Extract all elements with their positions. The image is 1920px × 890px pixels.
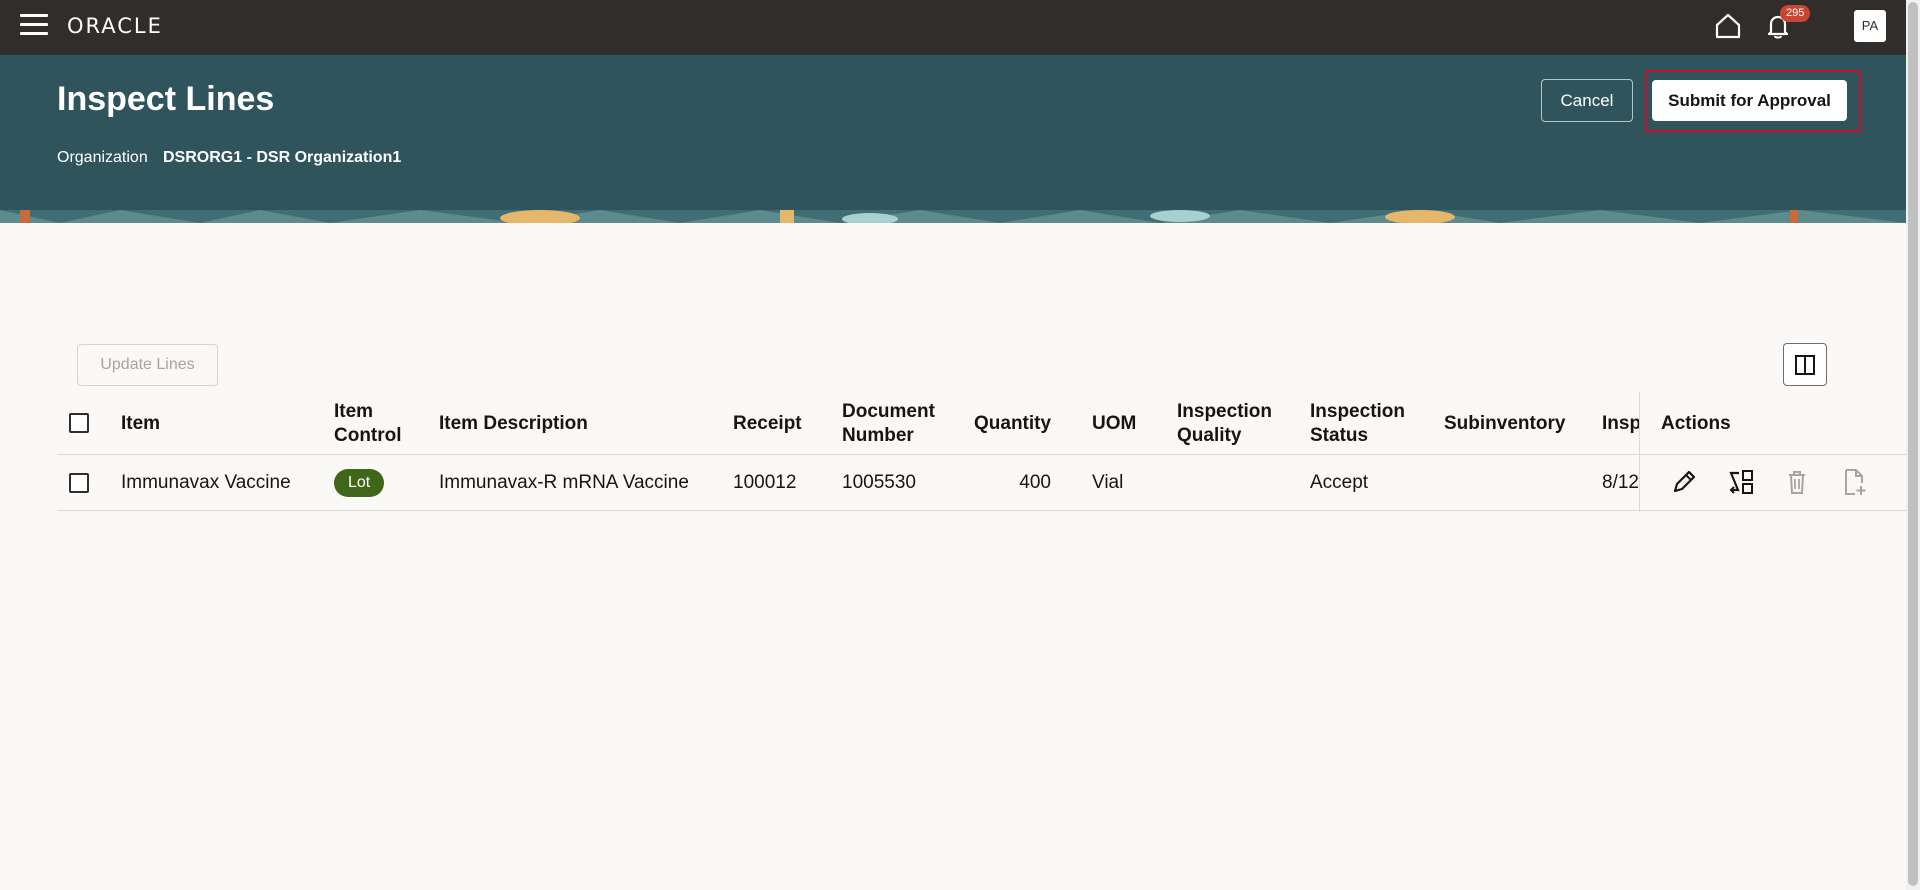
column-header-document-number[interactable]: Document Number [842, 400, 935, 448]
delete-trash-icon[interactable] [1781, 466, 1813, 498]
cell-uom: Vial [1092, 472, 1124, 493]
header-divider [57, 454, 1906, 455]
actions-header-divider [1640, 454, 1906, 455]
column-header-subinventory[interactable]: Subinventory [1444, 412, 1565, 436]
cell-inspection-status: Accept [1310, 472, 1369, 493]
cell-item[interactable]: Immunavax Vaccine [121, 472, 291, 494]
item-control-lot-badge: Lot [334, 469, 385, 497]
column-header-inspection-status[interactable]: Inspection Status [1310, 400, 1405, 448]
vertical-scrollbar[interactable] [1906, 0, 1920, 890]
organization-label: Organization [57, 149, 148, 166]
decorative-banner [0, 210, 1906, 223]
submit-for-approval-button[interactable]: Submit for Approval [1652, 80, 1847, 121]
select-all-checkbox[interactable] [69, 413, 89, 433]
actions-row-divider [1640, 510, 1906, 511]
column-header-item[interactable]: Item [121, 412, 160, 436]
row-select-checkbox[interactable] [69, 473, 89, 493]
split-line-icon[interactable] [1725, 466, 1757, 498]
user-avatar[interactable]: PA [1854, 10, 1886, 42]
column-header-inspection-status-line1: Inspection [1310, 401, 1406, 422]
cancel-button[interactable]: Cancel [1541, 79, 1633, 122]
global-header: ORACLE 295 PA [0, 0, 1906, 55]
column-header-item-control-line2: Control [334, 425, 402, 446]
home-icon[interactable] [1713, 11, 1743, 41]
edit-pencil-icon[interactable] [1668, 466, 1700, 498]
inspection-lines-table: Item Item Control Item Description Recei… [57, 392, 1906, 512]
column-header-receipt[interactable]: Receipt [733, 412, 802, 436]
column-header-actions: Actions [1661, 413, 1731, 434]
column-header-inspection-status-line2: Status [1310, 425, 1369, 446]
column-header-inspection-date[interactable]: Insp [1602, 412, 1641, 436]
actions-column: Actions [1639, 392, 1906, 512]
column-layout-button[interactable] [1783, 343, 1827, 386]
organization-value: DSRORG1 - DSR Organization1 [163, 149, 402, 166]
column-header-document-number-line2: Number [842, 425, 914, 446]
column-header-quantity[interactable]: Quantity [974, 412, 1051, 436]
column-header-item-control[interactable]: Item Control [334, 400, 402, 448]
columns-icon [1795, 354, 1815, 375]
row-divider [57, 510, 1906, 511]
cell-receipt: 100012 [733, 472, 797, 493]
menu-icon[interactable] [20, 14, 48, 38]
cell-quantity: 400 [1019, 472, 1051, 493]
cell-document-number: 1005530 [842, 472, 916, 493]
oracle-logo[interactable]: ORACLE [67, 14, 163, 38]
scrollbar-thumb[interactable] [1908, 2, 1918, 886]
notification-count-badge: 295 [1780, 5, 1811, 22]
update-lines-button[interactable]: Update Lines [77, 344, 218, 386]
column-header-inspection-quality-line2: Quality [1177, 425, 1242, 446]
column-header-uom[interactable]: UOM [1092, 412, 1136, 436]
column-header-item-control-line1: Item [334, 401, 374, 422]
cell-item-description: Immunavax-R mRNA Vaccine [439, 472, 689, 493]
column-header-document-number-line1: Document [842, 401, 935, 422]
column-header-inspection-quality[interactable]: Inspection Quality [1177, 400, 1272, 448]
cell-inspection-date: 8/12 [1602, 472, 1639, 493]
add-document-icon[interactable] [1838, 466, 1870, 498]
column-header-item-description[interactable]: Item Description [439, 412, 588, 436]
page-title: Inspect Lines [57, 80, 275, 118]
column-header-inspection-quality-line1: Inspection [1177, 401, 1273, 422]
